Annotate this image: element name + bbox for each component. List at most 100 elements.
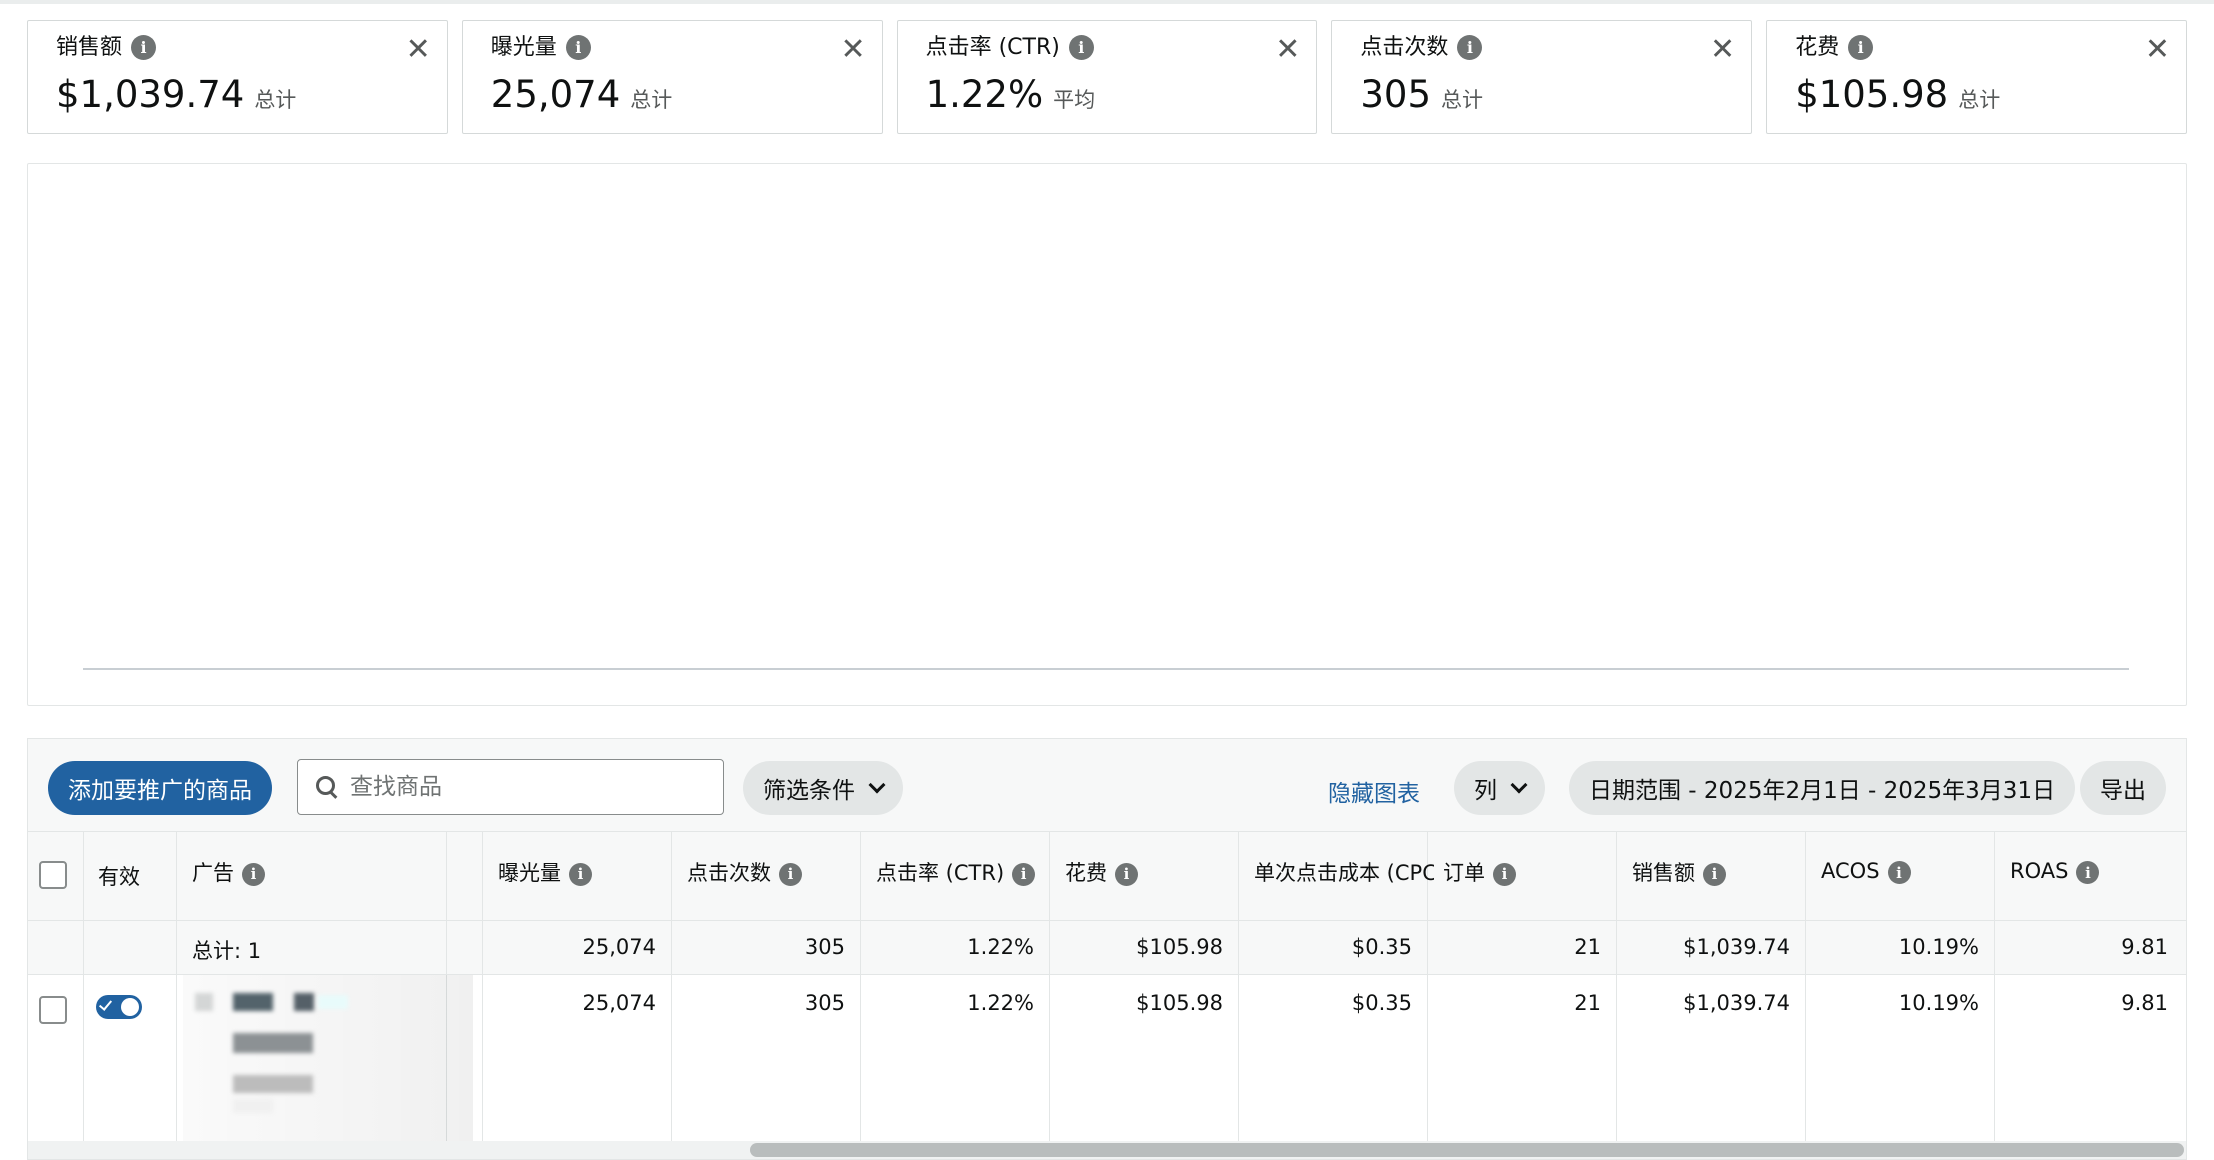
metric-value-row: $1,039.74 总计	[56, 73, 419, 116]
totals-roas: 9.81	[2121, 935, 2168, 959]
export-label: 导出	[2100, 778, 2146, 804]
metric-title: 点击次数	[1360, 35, 1449, 60]
cell-clicks: 305	[804, 991, 845, 1015]
info-icon[interactable]: i	[569, 862, 592, 886]
metric-card-header: 花费 i	[1795, 31, 2158, 60]
info-icon[interactable]: i	[242, 862, 265, 886]
info-icon[interactable]: i	[565, 35, 591, 60]
cell-cpc: $0.35	[1351, 991, 1412, 1015]
info-icon[interactable]: i	[1493, 862, 1516, 886]
close-icon[interactable]: ✕	[2145, 35, 2170, 65]
header-cpc[interactable]: 单次点击成本 (CPC)	[1254, 857, 1434, 887]
totals-clicks: 305	[804, 935, 845, 959]
metric-value-row: 25,074 总计	[491, 73, 854, 116]
header-ad[interactable]: 广告 i	[192, 857, 265, 887]
header-spend[interactable]: 花费 i	[1065, 857, 1138, 887]
header-label: ROAS	[2010, 858, 2069, 883]
info-icon[interactable]: i	[131, 35, 157, 60]
info-icon[interactable]: i	[1068, 35, 1094, 60]
metric-card-header: 曝光量 i	[490, 31, 854, 60]
header-sales[interactable]: 销售额 i	[1632, 857, 1726, 887]
ads-table-panel: 添加要推广的商品 筛选条件 隐藏图表 列 日期范围 - 2025年2月1日 - …	[27, 738, 2187, 1160]
info-icon[interactable]: i	[1703, 862, 1726, 886]
column-divider	[1616, 831, 1617, 1145]
info-icon[interactable]: i	[1115, 862, 1138, 886]
metric-card-clicks[interactable]: 点击次数 i ✕ 305 总计	[1331, 20, 1753, 134]
date-range-button[interactable]: 日期范围 - 2025年2月1日 - 2025年3月31日	[1569, 761, 2076, 815]
filter-dropdown[interactable]: 筛选条件	[743, 761, 903, 815]
column-divider	[671, 831, 672, 1145]
header-impressions[interactable]: 曝光量 i	[498, 857, 592, 887]
add-product-button[interactable]: 添加要推广的商品	[48, 761, 272, 815]
column-divider	[1994, 831, 1995, 1145]
metric-card-sales[interactable]: 销售额 i ✕ $1,039.74 总计	[27, 20, 448, 134]
totals-orders: 21	[1574, 935, 1601, 959]
info-icon[interactable]: i	[1848, 35, 1874, 60]
column-divider	[1049, 831, 1050, 1145]
metric-value: 1.22%	[925, 73, 1044, 116]
ad-image	[233, 993, 273, 1011]
column-divider	[1805, 831, 1806, 1145]
ad-image	[318, 995, 348, 1009]
header-label: 销售额	[1632, 861, 1695, 885]
row-checkbox[interactable]	[39, 996, 67, 1024]
metric-value-row: $105.98 总计	[1795, 73, 2158, 116]
metric-card-header: 销售额 i	[56, 31, 419, 60]
search-icon	[314, 774, 340, 800]
ad-meta	[233, 1099, 273, 1113]
metric-unit: 总计	[1441, 88, 1484, 112]
metric-unit: 平均	[1053, 88, 1096, 112]
header-clicks[interactable]: 点击次数 i	[687, 857, 802, 887]
header-label: 有效	[98, 865, 140, 889]
metric-card-spend[interactable]: 花费 i ✕ $105.98 总计	[1766, 20, 2187, 134]
horizontal-scrollbar-thumb[interactable]	[750, 1143, 2184, 1157]
header-ctr[interactable]: 点击率 (CTR) i	[876, 857, 1036, 887]
cell-orders: 21	[1574, 991, 1601, 1015]
column-divider	[83, 831, 84, 1145]
column-divider	[860, 831, 861, 1145]
totals-acos: 10.19%	[1898, 935, 1979, 959]
header-label: 点击率 (CTR)	[876, 861, 1005, 885]
header-orders[interactable]: 订单 i	[1443, 857, 1516, 887]
cell-impressions: 25,074	[582, 991, 656, 1015]
header-acos[interactable]: ACOS i	[1821, 857, 1911, 884]
totals-sales: $1,039.74	[1683, 935, 1790, 959]
select-all-checkbox[interactable]	[39, 861, 67, 889]
metric-value-row: 305 总计	[1360, 73, 1723, 116]
ad-sku	[233, 1075, 313, 1093]
metric-card-impressions[interactable]: 曝光量 i ✕ 25,074 总计	[461, 20, 883, 134]
metric-title: 点击率 (CTR)	[925, 35, 1060, 60]
export-button[interactable]: 导出	[2080, 761, 2166, 815]
hide-chart-link[interactable]: 隐藏图表	[1328, 774, 1420, 808]
totals-ctr: 1.22%	[967, 935, 1034, 959]
metric-card-header: 点击次数 i	[1360, 31, 1723, 60]
totals-spend: $105.98	[1136, 935, 1223, 959]
info-icon[interactable]: i	[2076, 861, 2100, 884]
chart-x-axis	[83, 668, 2129, 670]
close-icon[interactable]: ✕	[1275, 35, 1300, 65]
metric-unit: 总计	[254, 88, 297, 112]
active-toggle[interactable]	[96, 995, 142, 1019]
metric-title: 销售额	[56, 35, 123, 60]
column-divider	[482, 831, 483, 1145]
info-icon[interactable]: i	[1887, 861, 1911, 884]
header-roas[interactable]: ROAS i	[2010, 857, 2100, 884]
search-input[interactable]	[350, 774, 710, 800]
close-icon[interactable]: ✕	[406, 35, 431, 65]
cell-sales: $1,039.74	[1683, 991, 1790, 1015]
metric-unit: 总计	[630, 88, 673, 112]
close-icon[interactable]: ✕	[1710, 35, 1735, 65]
metric-card-ctr[interactable]: 点击率 (CTR) i ✕ 1.22% 平均	[896, 20, 1318, 134]
header-active[interactable]: 有效	[98, 861, 140, 891]
header-label: ACOS	[1821, 858, 1880, 883]
metric-title: 曝光量	[490, 35, 557, 60]
info-icon[interactable]: i	[1012, 862, 1036, 886]
header-label: 花费	[1065, 861, 1107, 885]
search-box[interactable]	[297, 759, 724, 815]
close-icon[interactable]: ✕	[840, 35, 865, 65]
info-icon[interactable]: i	[779, 862, 802, 886]
header-label: 点击次数	[687, 861, 771, 885]
cell-acos: 10.19%	[1898, 991, 1979, 1015]
info-icon[interactable]: i	[1457, 35, 1483, 60]
columns-dropdown[interactable]: 列	[1454, 761, 1545, 815]
